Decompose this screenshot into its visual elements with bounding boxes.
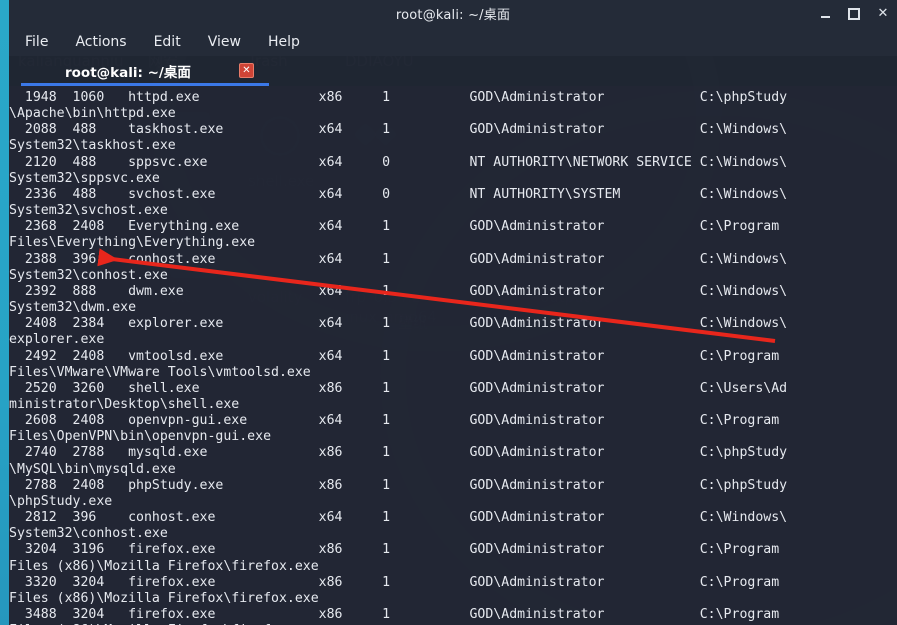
window-controls: ✕: [817, 0, 891, 27]
menu-item-edit[interactable]: Edit: [154, 34, 181, 50]
maximize-icon[interactable]: [846, 6, 862, 22]
window-title: root@kali: ~/桌面: [395, 8, 511, 23]
menu-item-file[interactable]: File: [25, 34, 48, 50]
menu-item-actions[interactable]: Actions: [75, 34, 126, 50]
tab-bar: root@kali: ~/桌面 ✕: [9, 56, 897, 86]
menu-item-view[interactable]: View: [208, 34, 241, 50]
menu-item-help[interactable]: Help: [268, 34, 300, 50]
window-accent-edge: [0, 0, 9, 625]
process-list-text: 1948 1060 httpd.exe x86 1 GOD\Administra…: [9, 90, 788, 625]
tab-label: root@kali: ~/桌面: [65, 65, 191, 81]
title-bar: root@kali: ~/桌面 ✕: [9, 0, 897, 27]
tab-close-icon[interactable]: ✕: [239, 63, 254, 78]
close-icon[interactable]: ✕: [875, 6, 891, 22]
terminal-window: root@kali: ~/桌面 ✕ File Actions Edit View…: [0, 0, 897, 625]
minimize-icon[interactable]: [817, 6, 833, 22]
terminal-output-pane[interactable]: 1948 1060 httpd.exe x86 1 GOD\Administra…: [9, 86, 897, 625]
menu-bar: File Actions Edit View Help: [9, 27, 897, 56]
